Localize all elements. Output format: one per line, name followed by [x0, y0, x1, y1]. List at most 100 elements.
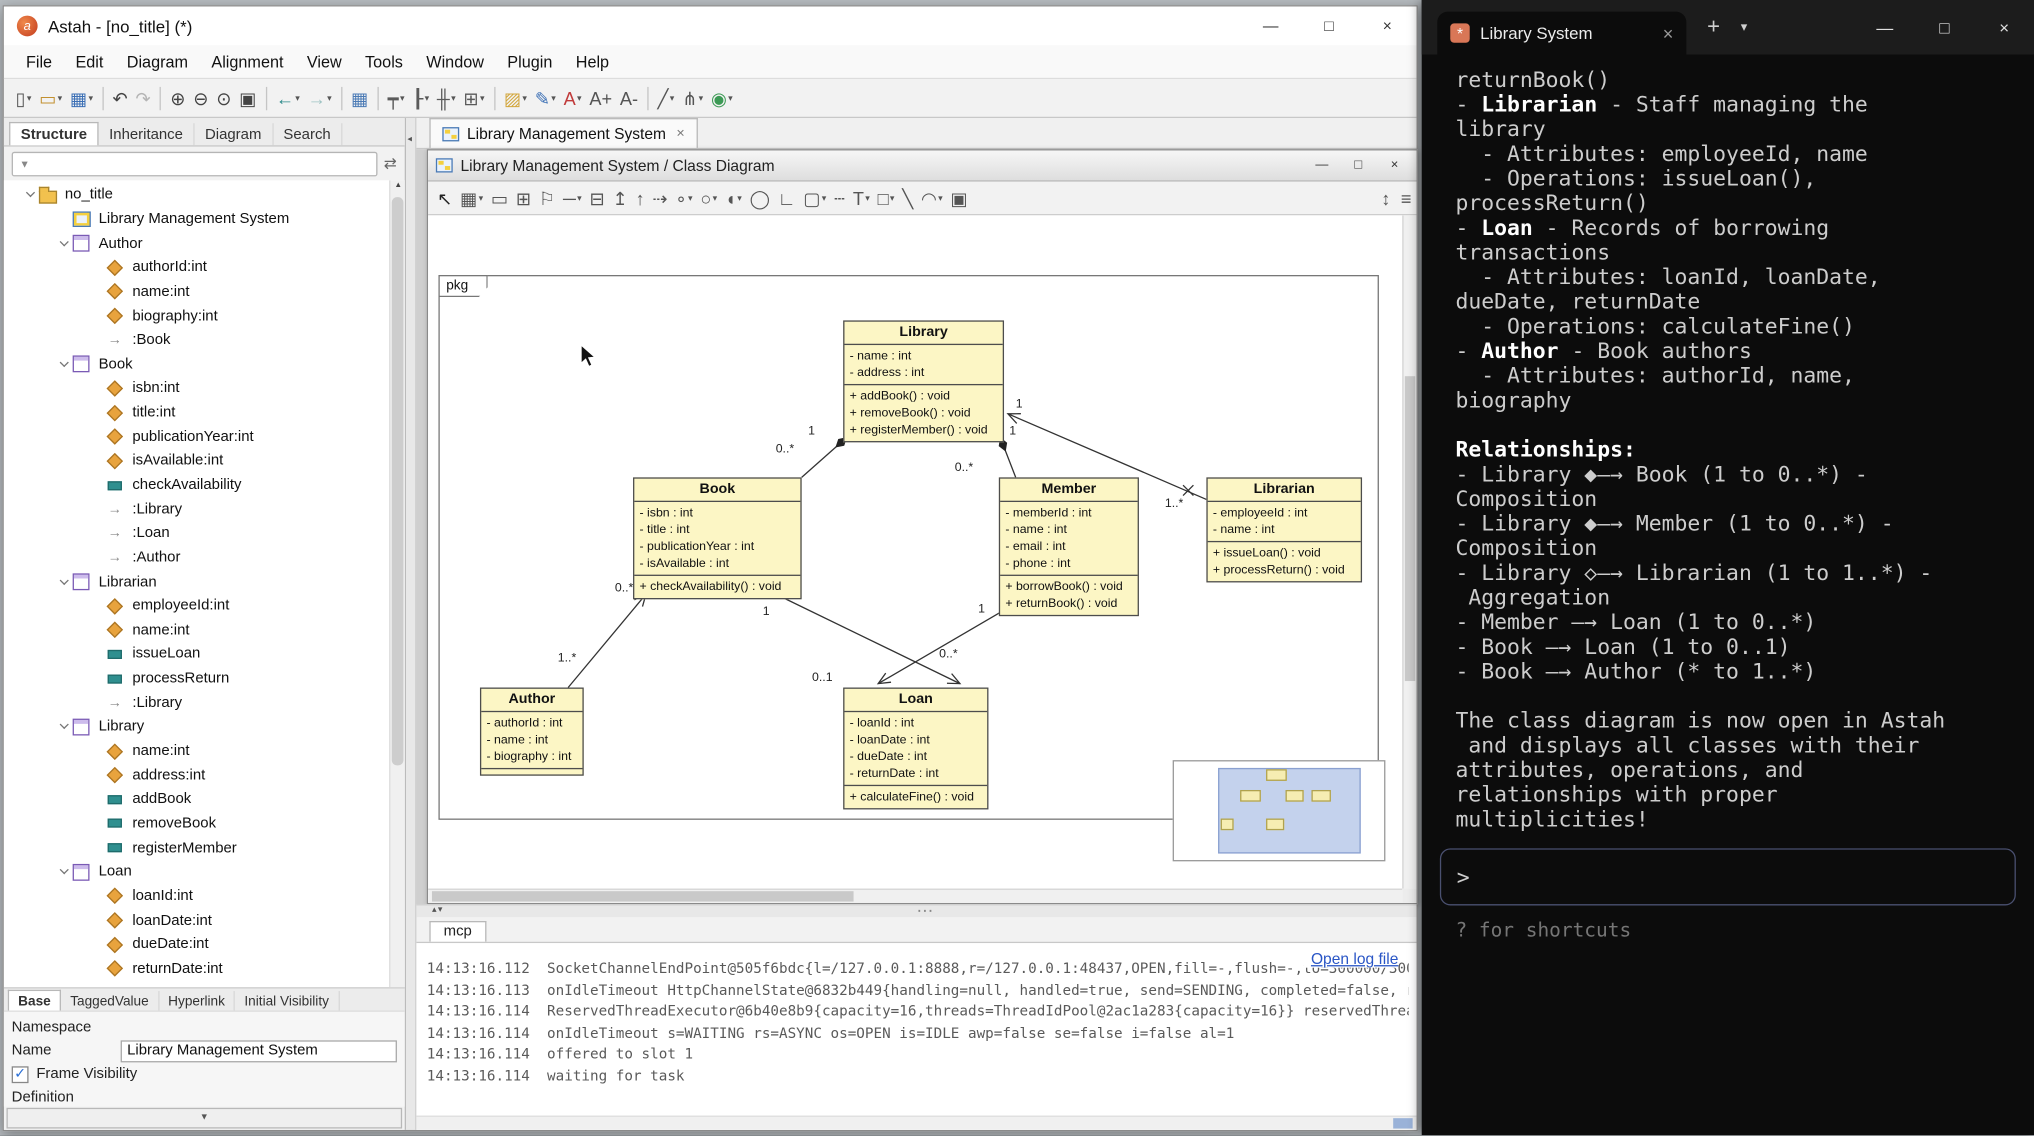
- property-tab-base[interactable]: Base: [8, 990, 61, 1011]
- terminal-tab-close-icon[interactable]: ×: [1663, 23, 1674, 44]
- tab-inheritance[interactable]: Inheritance: [99, 123, 195, 145]
- tree-item-loan[interactable]: →:Loan: [4, 521, 405, 545]
- menu-window[interactable]: Window: [415, 53, 496, 71]
- new-tab-button[interactable]: +: [1707, 14, 1720, 40]
- tree-item-name-int[interactable]: name:int: [4, 280, 405, 304]
- image-icon[interactable]: ▣: [947, 182, 972, 213]
- definition-collapse-strip[interactable]: ▼: [6, 1108, 402, 1129]
- property-tab-hyperlink[interactable]: Hyperlink: [159, 991, 235, 1010]
- align-vertical-icon[interactable]: ┯▾: [384, 82, 409, 113]
- menu-diagram[interactable]: Diagram: [115, 53, 200, 71]
- hierarchy-icon[interactable]: ⋔▾: [678, 82, 707, 113]
- terminal-titlebar[interactable]: * Library System × + ▾ — □ ×: [1422, 0, 2034, 54]
- select-arrow-icon[interactable]: ↖: [433, 182, 456, 213]
- tree-item-author[interactable]: →:Author: [4, 546, 405, 570]
- log-scrollbar[interactable]: [416, 1116, 1416, 1130]
- expander[interactable]: [22, 190, 38, 200]
- line-style-icon[interactable]: ╱▾: [654, 82, 679, 113]
- tree-item-title-int[interactable]: title:int: [4, 401, 405, 425]
- subsystem-icon[interactable]: ⊞: [512, 182, 535, 213]
- diagram-canvas[interactable]: pkg 10..*10..*11..*0..*1..*10..110..* Li…: [428, 215, 1416, 903]
- panel-list-icon[interactable]: ≡: [1401, 189, 1412, 207]
- tree-item-author[interactable]: Author: [4, 231, 405, 255]
- back-icon[interactable]: ←▾: [272, 82, 304, 113]
- realization-icon[interactable]: ↑: [632, 182, 649, 213]
- terminal-prompt-box[interactable]: >: [1440, 848, 2016, 905]
- lasso-icon[interactable]: ▦▾: [456, 182, 487, 213]
- zoom-icon[interactable]: ⊙: [212, 82, 235, 113]
- zoom-out-icon[interactable]: ⊖: [189, 82, 212, 113]
- class-member[interactable]: Member- memberId : int- name : int- emai…: [999, 477, 1139, 616]
- arc-icon[interactable]: ◠▾: [917, 182, 946, 213]
- tab-structure[interactable]: Structure: [9, 122, 99, 145]
- tree-item-returndate-int[interactable]: returnDate:int: [4, 957, 405, 981]
- terminal-close-button[interactable]: ×: [1974, 0, 2034, 54]
- frame-visibility-checkbox[interactable]: ✓: [12, 1066, 29, 1083]
- panel-splitter[interactable]: ◂: [406, 118, 416, 1130]
- tree-item-isbn-int[interactable]: isbn:int: [4, 376, 405, 400]
- minimize-button[interactable]: —: [1241, 6, 1299, 45]
- tree-item-library[interactable]: →:Library: [4, 497, 405, 521]
- tree-item-publicationyear-int[interactable]: publicationYear:int: [4, 425, 405, 449]
- tree-item-loan[interactable]: Loan: [4, 860, 405, 884]
- terminal-tab[interactable]: * Library System ×: [1437, 12, 1686, 55]
- menu-tools[interactable]: Tools: [353, 53, 414, 71]
- menu-view[interactable]: View: [295, 53, 353, 71]
- expander[interactable]: [56, 238, 72, 248]
- fit-height-icon[interactable]: ↕: [1381, 189, 1390, 207]
- tree-item-registermember[interactable]: registerMember: [4, 836, 405, 860]
- association-icon[interactable]: ∘▾: [671, 182, 696, 213]
- font-smaller-icon[interactable]: A-: [616, 82, 642, 113]
- filter-options-icon[interactable]: ⇄: [384, 154, 397, 172]
- generalization-icon[interactable]: ↥: [609, 182, 632, 213]
- tab-search[interactable]: Search: [273, 123, 342, 145]
- collapse-panel-icon[interactable]: ◂: [407, 134, 412, 144]
- connector-icon[interactable]: ∟: [774, 182, 800, 213]
- tree-item-processreturn[interactable]: processReturn: [4, 667, 405, 691]
- fit-view-icon[interactable]: ▣: [235, 82, 260, 113]
- frame-icon[interactable]: ▢▾: [799, 182, 830, 213]
- tree-item-library[interactable]: Library: [4, 715, 405, 739]
- maximize-button[interactable]: □: [1300, 6, 1358, 45]
- menu-plugin[interactable]: Plugin: [496, 53, 564, 71]
- expander[interactable]: [56, 359, 72, 369]
- tree-item-duedate-int[interactable]: dueDate:int: [4, 932, 405, 956]
- package-icon[interactable]: ▭: [487, 182, 512, 213]
- tab-diagram[interactable]: Diagram: [195, 123, 273, 145]
- close-button[interactable]: ×: [1358, 6, 1416, 45]
- class-library[interactable]: Library- name : int- address : int+ addB…: [843, 320, 1004, 442]
- tree-item-removebook[interactable]: removeBook: [4, 812, 405, 836]
- line-icon[interactable]: ─▾: [559, 182, 586, 213]
- oblique-line-icon[interactable]: ╲: [898, 182, 917, 213]
- tree-scrollbar-thumb[interactable]: [392, 197, 404, 765]
- text-icon[interactable]: T▾: [849, 182, 874, 213]
- tree-item-library-management-system[interactable]: Library Management System: [4, 207, 405, 231]
- splitter-handle-icon[interactable]: ⋯: [916, 900, 933, 921]
- distribute-icon[interactable]: ╫▾: [433, 82, 460, 113]
- terminal-minimize-button[interactable]: —: [1855, 0, 1915, 54]
- overview-viewport[interactable]: [1218, 768, 1361, 854]
- log-scrollbar-thumb[interactable]: [1393, 1118, 1412, 1128]
- tree-item-library[interactable]: →:Library: [4, 691, 405, 715]
- partition-icon[interactable]: ⊟: [586, 182, 609, 213]
- horizontal-scrollbar[interactable]: [428, 889, 1402, 903]
- tree-item-biography-int[interactable]: biography:int: [4, 304, 405, 328]
- tree-item-name-int[interactable]: name:int: [4, 739, 405, 763]
- horizontal-scrollbar-thumb[interactable]: [432, 891, 854, 901]
- tree-item-employeeid-int[interactable]: employeeId:int: [4, 594, 405, 618]
- menu-alignment[interactable]: Alignment: [200, 53, 295, 71]
- astah-titlebar[interactable]: a Astah - [no_title] (*) — □ ×: [4, 6, 1417, 45]
- font-larger-icon[interactable]: A+: [585, 82, 616, 113]
- terminal-maximize-button[interactable]: □: [1915, 0, 1975, 54]
- class-book[interactable]: Book- isbn : int- title : int- publicati…: [633, 477, 802, 599]
- tree-item-addbook[interactable]: addBook: [4, 787, 405, 811]
- tree-item-isavailable-int[interactable]: isAvailable:int: [4, 449, 405, 473]
- tree-item-address-int[interactable]: address:int: [4, 763, 405, 787]
- splitter-arrows-icon[interactable]: ▴▾: [432, 904, 444, 914]
- filter-input[interactable]: ▼: [12, 151, 378, 176]
- undo-icon[interactable]: ↶: [109, 82, 132, 113]
- tree-item-librarian[interactable]: Librarian: [4, 570, 405, 594]
- vertical-scrollbar[interactable]: [1402, 215, 1416, 888]
- align-horizontal-icon[interactable]: ┠▾: [408, 82, 433, 113]
- diagram-window-titlebar[interactable]: Library Management System / Class Diagra…: [428, 150, 1416, 181]
